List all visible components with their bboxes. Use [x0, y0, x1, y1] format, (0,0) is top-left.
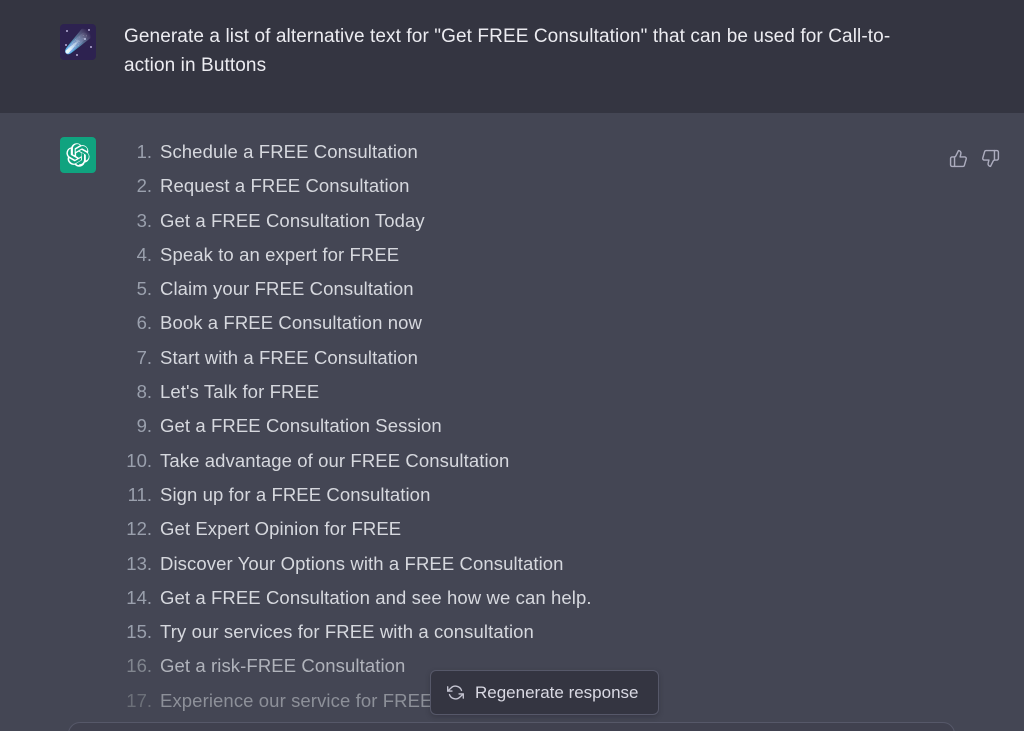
refresh-icon — [447, 684, 464, 701]
list-item: 2. Request a FREE Consultation — [124, 169, 990, 203]
alternative-text-list: 1. Schedule a FREE Consultation 2. Reque… — [124, 135, 990, 718]
list-item-number: 6. — [136, 312, 152, 334]
list-item-number: 11. — [127, 483, 152, 505]
list-item-number: 7. — [136, 346, 152, 368]
list-item: 8. Let's Talk for FREE — [124, 375, 990, 409]
feedback-controls — [948, 148, 1000, 168]
list-item-number: 14. — [126, 586, 152, 608]
user-message-text: Generate a list of alternative text for … — [124, 26, 891, 76]
list-item-text: Book a FREE Consultation now — [160, 312, 422, 334]
comet-icon: ☄️ — [64, 29, 92, 54]
list-item-number: 5. — [136, 278, 152, 300]
message-composer[interactable] — [68, 722, 955, 731]
list-item-text: Take advantage of our FREE Consultation — [160, 449, 510, 471]
list-item-number: 13. — [126, 552, 152, 574]
regenerate-response-label: Regenerate response — [475, 682, 639, 702]
list-item-text: Get Expert Opinion for FREE — [160, 518, 402, 540]
list-item-number: 10. — [126, 449, 152, 471]
list-item-number: 4. — [136, 243, 152, 265]
list-item: 12. Get Expert Opinion for FREE — [124, 512, 990, 546]
list-item-number: 2. — [136, 175, 152, 197]
list-item-number: 16. — [126, 655, 152, 677]
list-item-number: 3. — [136, 209, 152, 231]
list-item-number: 9. — [136, 415, 152, 437]
user-message-text-wrap: Generate a list of alternative text for … — [96, 22, 1000, 93]
list-item: 9. Get a FREE Consultation Session — [124, 409, 990, 443]
list-item-text: Start with a FREE Consultation — [160, 346, 418, 368]
user-avatar: ☄️ — [60, 24, 96, 60]
list-item: 4. Speak to an expert for FREE — [124, 238, 990, 272]
regenerate-response-button[interactable]: Regenerate response — [430, 670, 659, 715]
list-item-number: 8. — [136, 381, 152, 403]
list-item-text: Get a FREE Consultation Today — [160, 209, 425, 231]
list-item: 15. Try our services for FREE with a con… — [124, 615, 990, 649]
chat-app: ☄️ Generate a list of alternative text f… — [0, 0, 1024, 731]
list-item: 13. Discover Your Options with a FREE Co… — [124, 547, 990, 581]
list-item-text: Schedule a FREE Consultation — [160, 141, 418, 162]
list-item-number: 17. — [126, 689, 152, 711]
user-message-block: ☄️ Generate a list of alternative text f… — [0, 0, 1024, 113]
list-item-text: Speak to an expert for FREE — [160, 243, 400, 265]
list-item: 14. Get a FREE Consultation and see how … — [124, 581, 990, 615]
list-item-text: Request a FREE Consultation — [160, 175, 410, 197]
list-item-text: Sign up for a FREE Consultation — [160, 483, 431, 505]
list-item-text: Get a risk-FREE Consultation — [160, 655, 406, 677]
list-item-text: Let's Talk for FREE — [160, 381, 320, 403]
list-item-number: 1. — [136, 141, 152, 162]
thumbs-down-icon[interactable] — [980, 148, 1000, 168]
list-item: 6. Book a FREE Consultation now — [124, 306, 990, 340]
list-item-number: 15. — [126, 621, 152, 643]
assistant-message-block: 1. Schedule a FREE Consultation 2. Reque… — [0, 113, 1024, 719]
list-item: 5. Claim your FREE Consultation — [124, 272, 990, 306]
list-item: 7. Start with a FREE Consultation — [124, 341, 990, 375]
thumbs-up-icon[interactable] — [948, 148, 968, 168]
list-item-number: 12. — [126, 518, 152, 540]
list-item: 10. Take advantage of our FREE Consultat… — [124, 444, 990, 478]
list-item-text: Try our services for FREE with a consult… — [160, 621, 534, 643]
list-item: 1. Schedule a FREE Consultation — [124, 135, 990, 169]
list-item: 3. Get a FREE Consultation Today — [124, 204, 990, 238]
list-item-text: Discover Your Options with a FREE Consul… — [160, 552, 564, 574]
list-item-text: Claim your FREE Consultation — [160, 278, 414, 300]
list-item: 11. Sign up for a FREE Consultation — [124, 478, 990, 512]
list-item-text: Get a FREE Consultation Session — [160, 415, 442, 437]
assistant-message-text-wrap: 1. Schedule a FREE Consultation 2. Reque… — [96, 135, 1000, 718]
list-item-text: Get a FREE Consultation and see how we c… — [160, 586, 592, 608]
assistant-avatar — [60, 137, 96, 173]
openai-logo-icon — [66, 143, 90, 167]
